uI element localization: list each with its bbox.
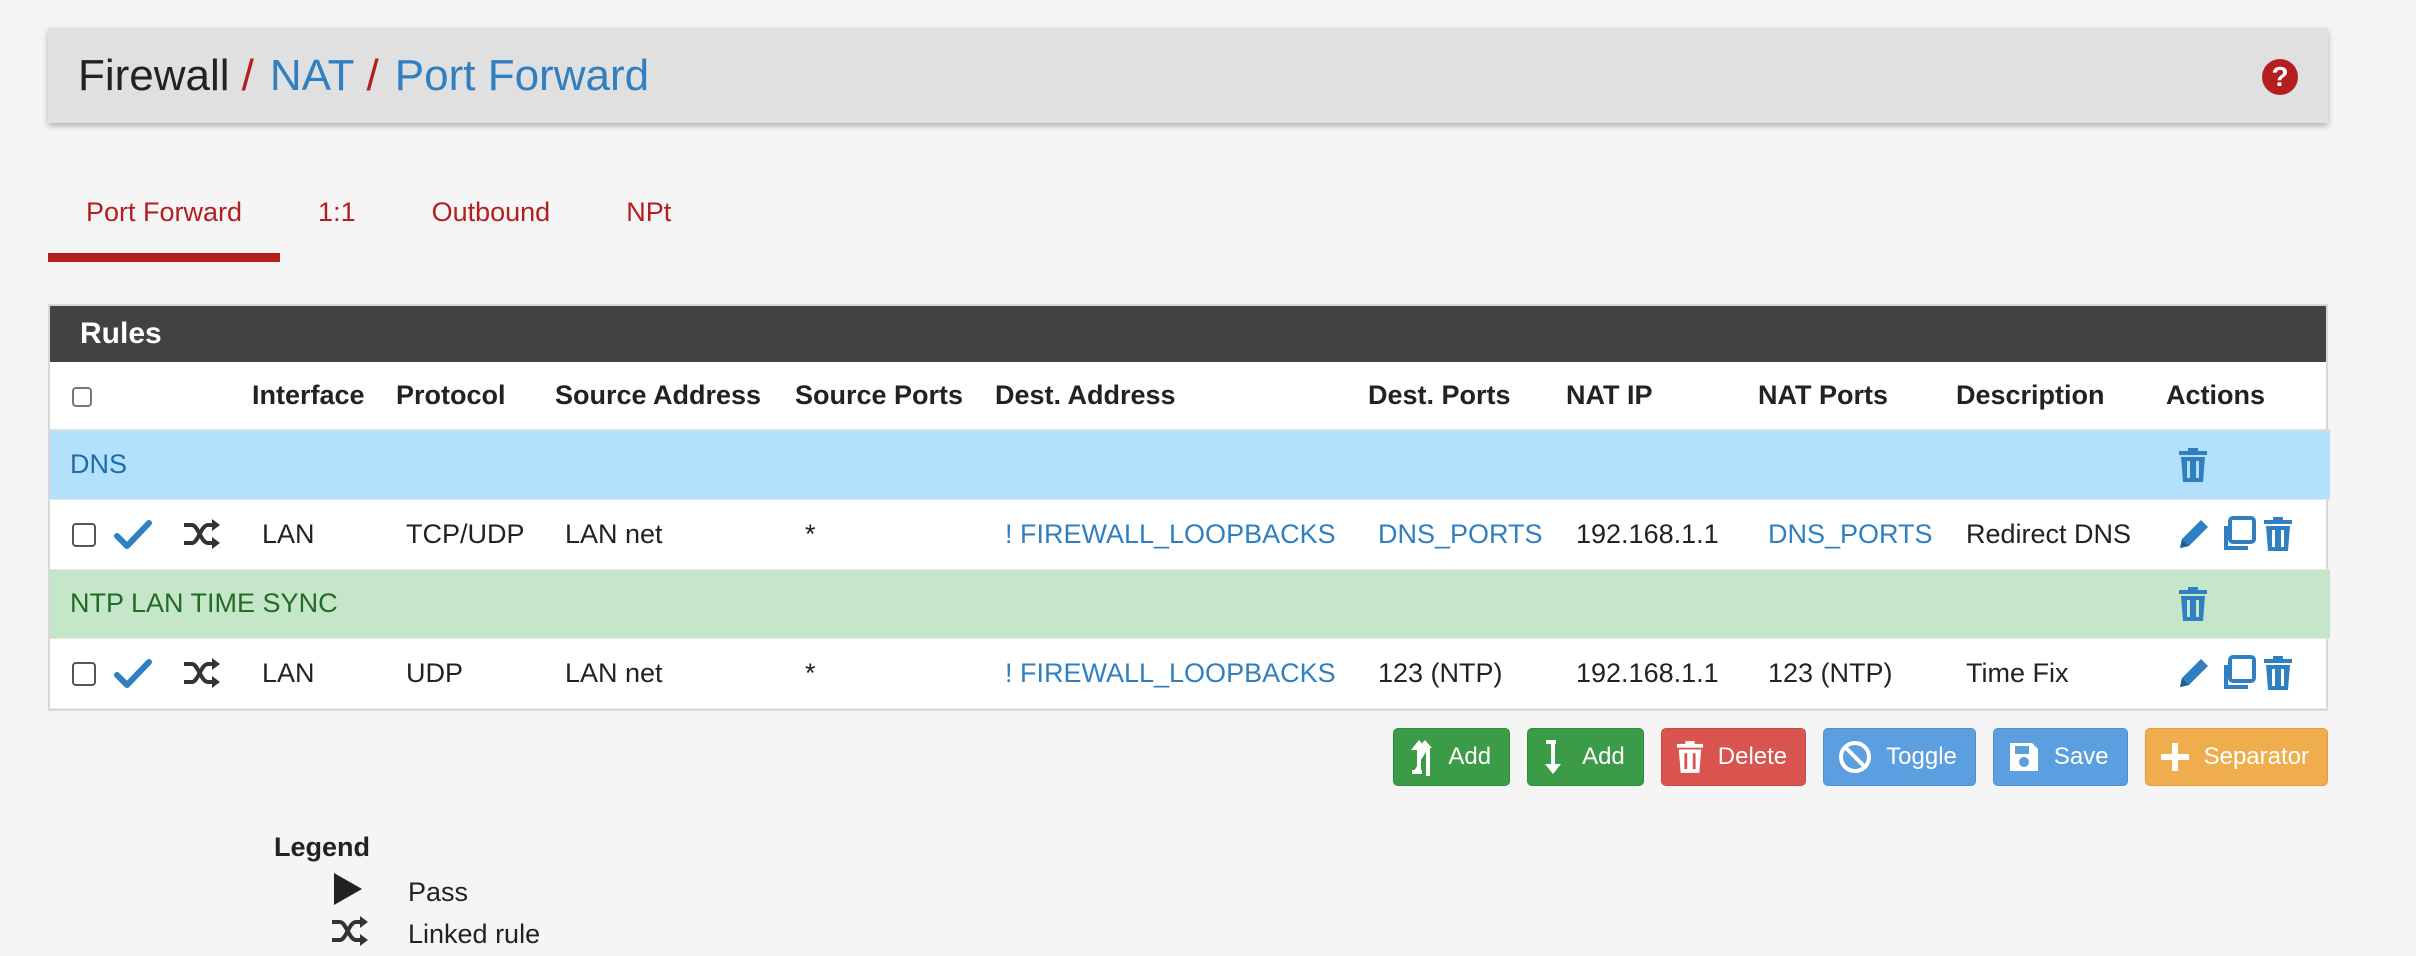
- arrow-down-add-icon: [1545, 740, 1562, 774]
- breadcrumb-firewall: Firewall: [78, 50, 230, 100]
- cell-interface: LAN: [252, 637, 396, 709]
- trash-icon[interactable]: [2178, 586, 2208, 621]
- add-top-label: Add: [1448, 743, 1492, 770]
- breadcrumb-port-forward-link[interactable]: Port Forward: [395, 51, 649, 101]
- separator-row-ntp: NTP LAN TIME SYNC: [50, 569, 2330, 638]
- cell-description: Time Fix: [1956, 637, 2166, 709]
- rules-table: Interface Protocol Source Address Source…: [50, 362, 2330, 709]
- save-label: Save: [2053, 743, 2109, 770]
- legend-linked-label: Linked rule: [408, 918, 541, 949]
- page-header: Firewall / NAT / Port Forward ?: [48, 28, 2328, 123]
- legend-title: Legend: [274, 832, 371, 862]
- separator-label: DNS: [70, 449, 128, 480]
- legend-pass-label: Pass: [408, 876, 469, 907]
- linked-rule-icon: [184, 658, 220, 688]
- cell-nat-ip: 192.168.1.1: [1566, 498, 1758, 570]
- check-pass-icon: [114, 658, 152, 688]
- cell-protocol: UDP: [396, 637, 555, 709]
- separator-button[interactable]: Separator: [2144, 728, 2328, 786]
- col-protocol: Protocol: [396, 362, 555, 431]
- row-checkbox[interactable]: [72, 523, 96, 548]
- save-button[interactable]: Save: [1992, 728, 2128, 786]
- table-row[interactable]: LAN TCP/UDP LAN net * ! FIREWALL_LOOPBAC…: [50, 498, 2330, 570]
- trash-icon: [1676, 741, 1703, 773]
- separator-label: NTP LAN TIME SYNC: [70, 588, 338, 618]
- arrow-up-add-icon: [1411, 740, 1433, 776]
- separator-label: Separator: [2203, 743, 2309, 770]
- breadcrumb-separator: /: [366, 50, 379, 100]
- col-description: Description: [1956, 362, 2166, 431]
- col-nat-ports: NAT Ports: [1758, 362, 1956, 431]
- col-nat-ip: NAT IP: [1566, 362, 1758, 431]
- breadcrumb-nat-link[interactable]: NAT: [270, 51, 355, 101]
- col-actions: Actions: [2166, 362, 2330, 431]
- floppy-save-icon: [2009, 743, 2038, 771]
- delete-button[interactable]: Delete: [1660, 728, 1807, 786]
- edit-pencil-icon[interactable]: [2176, 655, 2212, 691]
- add-top-button[interactable]: Add: [1393, 728, 1511, 786]
- cell-source-ports: *: [795, 637, 995, 709]
- table-row[interactable]: LAN UDP LAN net * ! FIREWALL_LOOPBACKS 1…: [50, 637, 2330, 709]
- panel-title: Rules: [50, 306, 2326, 362]
- row-checkbox[interactable]: [72, 662, 96, 687]
- linked-rule-icon: [332, 915, 368, 946]
- check-pass-icon: [114, 519, 152, 549]
- cell-nat-ip: 192.168.1.1: [1566, 637, 1758, 709]
- trash-icon[interactable]: [2178, 447, 2208, 482]
- add-bottom-button[interactable]: Add: [1527, 728, 1644, 786]
- play-pass-icon: [334, 872, 362, 905]
- cell-protocol: TCP/UDP: [396, 498, 555, 570]
- legend-item-linked: Linked rule: [274, 913, 540, 955]
- tab-one-to-one[interactable]: 1:1: [280, 188, 394, 262]
- copy-icon[interactable]: [2220, 655, 2256, 691]
- cell-nat-ports: 123 (NTP): [1758, 637, 1956, 709]
- dest-ports-link[interactable]: DNS_PORTS: [1378, 519, 1543, 549]
- dest-address-link[interactable]: ! FIREWALL_LOOPBACKS: [1005, 658, 1336, 688]
- separator-row-dns: DNS: [50, 430, 2330, 499]
- nat-tabs: Port Forward 1:1 Outbound NPt: [48, 188, 709, 262]
- delete-label: Delete: [1717, 743, 1788, 770]
- cell-source-ports: *: [795, 498, 995, 570]
- cell-source-address: LAN net: [555, 498, 795, 570]
- tab-outbound[interactable]: Outbound: [394, 188, 589, 262]
- cell-source-address: LAN net: [555, 637, 795, 709]
- plus-icon: [2160, 743, 2189, 771]
- rules-panel: Rules Interface Protocol Source Address …: [48, 304, 2330, 711]
- col-source-address: Source Address: [555, 362, 795, 431]
- select-all-checkbox[interactable]: [72, 386, 92, 407]
- help-icon[interactable]: ?: [2262, 59, 2298, 95]
- legend-item-pass: Pass: [274, 871, 540, 913]
- col-dest-ports: Dest. Ports: [1368, 362, 1566, 431]
- trash-icon[interactable]: [2263, 517, 2293, 551]
- breadcrumb-separator: /: [241, 50, 254, 100]
- cell-interface: LAN: [252, 498, 396, 570]
- linked-rule-icon: [184, 519, 220, 549]
- col-interface: Interface: [252, 362, 396, 431]
- cell-description: Redirect DNS: [1956, 498, 2166, 570]
- nat-ports-link[interactable]: DNS_PORTS: [1768, 519, 1933, 549]
- col-source-ports: Source Ports: [795, 362, 995, 431]
- tab-port-forward[interactable]: Port Forward: [48, 188, 281, 262]
- col-dest-address: Dest. Address: [995, 362, 1368, 431]
- ban-icon: [1839, 741, 1872, 773]
- toggle-label: Toggle: [1886, 743, 1957, 770]
- cell-dest-ports: 123 (NTP): [1368, 637, 1566, 709]
- copy-icon[interactable]: [2220, 516, 2256, 552]
- action-button-bar: Add Add Delete Toggle Save Separator: [1376, 728, 2328, 786]
- add-bottom-label: Add: [1582, 743, 1625, 770]
- trash-icon[interactable]: [2263, 656, 2293, 690]
- edit-pencil-icon[interactable]: [2176, 516, 2212, 552]
- legend: Legend Pass Linked rule: [274, 832, 540, 955]
- dest-address-link[interactable]: ! FIREWALL_LOOPBACKS: [1005, 519, 1336, 549]
- toggle-button[interactable]: Toggle: [1823, 728, 1976, 786]
- table-header-row: Interface Protocol Source Address Source…: [50, 362, 2330, 431]
- tab-npt[interactable]: NPt: [588, 188, 709, 262]
